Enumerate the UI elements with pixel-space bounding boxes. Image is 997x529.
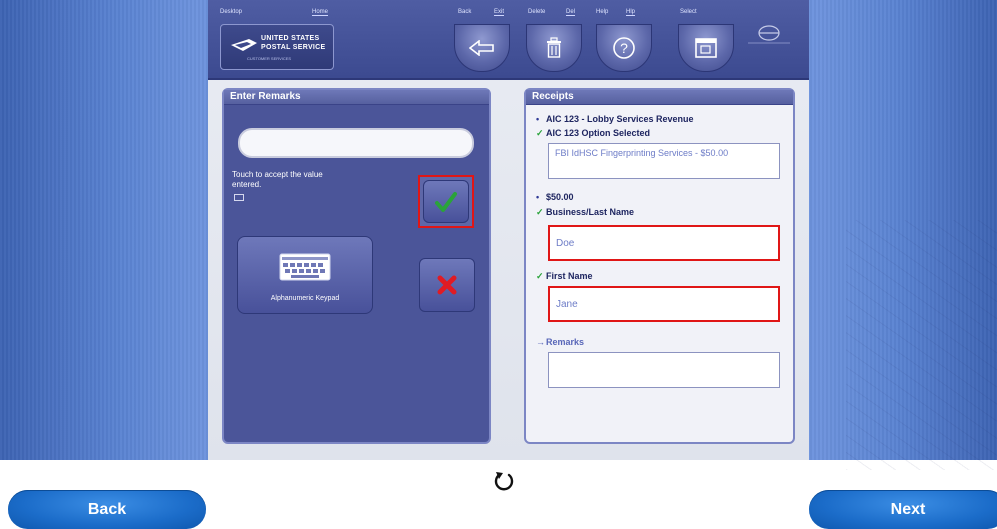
accept-button[interactable] <box>418 175 474 228</box>
panel-title: Receipts <box>526 90 793 105</box>
receipts-panel: Receipts • AIC 123 - Lobby Services Reven… <box>524 88 997 470</box>
option-selected-box: FBI IdHSC Fingerprinting Services - $50.… <box>548 143 780 179</box>
receipt-line-text: AIC 123 Option Selected <box>546 128 651 138</box>
svg-text:?: ? <box>620 40 628 56</box>
watermark-pattern <box>846 220 997 470</box>
business-name-label-text: Business/Last Name <box>546 207 635 217</box>
top-label-home: Home <box>312 9 329 16</box>
top-label-delete: Delete <box>528 9 546 15</box>
first-name-label: ✓ First Name <box>536 271 593 282</box>
top-label-select: Select <box>680 9 697 15</box>
cancel-button[interactable] <box>419 258 475 312</box>
help-toolbar-button[interactable]: ? <box>596 24 652 72</box>
eagle-icon <box>231 39 257 51</box>
x-icon <box>437 275 457 295</box>
menu-arrow-button[interactable] <box>744 24 794 48</box>
back-toolbar-button[interactable] <box>454 24 510 72</box>
keyboard-icon <box>279 253 331 281</box>
remarks-input[interactable] <box>238 128 474 158</box>
remarks-label: →Remarks <box>536 337 584 347</box>
top-label-hlp: Hlp <box>626 9 636 16</box>
bullet-icon: • <box>536 114 540 124</box>
bullet-icon: • <box>536 192 540 202</box>
check-small-icon: ✓ <box>536 207 544 217</box>
enter-remarks-panel: Enter Remarks Touch to accept the value … <box>222 88 491 444</box>
first-name-field[interactable]: Jane <box>548 286 780 322</box>
top-label-back: Back <box>458 9 472 15</box>
logo-line-2: POSTAL SERVICE <box>261 44 326 51</box>
next-button[interactable]: Next <box>809 490 997 529</box>
check-small-icon: ✓ <box>536 271 544 281</box>
receipt-line: ✓ AIC 123 Option Selected <box>536 128 650 139</box>
back-button[interactable]: Back <box>8 490 206 529</box>
check-small-icon: ✓ <box>536 128 544 138</box>
alphanumeric-keypad-button[interactable]: Alphanumeric Keypad <box>237 236 373 314</box>
usps-logo[interactable]: UNITED STATES POSTAL SERVICE CUSTOMER SE… <box>220 24 334 70</box>
panel-title: Enter Remarks <box>224 90 489 105</box>
receipt-line: • AIC 123 - Lobby Services Revenue <box>536 114 694 124</box>
business-name-label: ✓ Business/Last Name <box>536 207 634 218</box>
keyboard-small-icon <box>234 194 244 201</box>
delete-toolbar-button[interactable] <box>526 24 582 72</box>
back-arrow-icon <box>469 40 494 56</box>
logo-line-3: CUSTOMER SERVICES <box>247 56 292 61</box>
business-name-field[interactable]: Doe <box>548 225 780 261</box>
arrow-right-icon: → <box>536 337 545 347</box>
kiosk-screen: Desktop Home Back Exit Delete Del Help H… <box>208 0 997 470</box>
accept-instruction: Touch to accept the value entered. <box>232 170 323 189</box>
top-label-exit: Exit <box>494 9 505 16</box>
amount-text: $50.00 <box>546 192 574 202</box>
menu-arrow-icon <box>748 25 790 44</box>
select-toolbar-button[interactable] <box>678 24 734 72</box>
logo-line-1: UNITED STATES <box>261 35 320 42</box>
receipt-line-text: AIC 123 - Lobby Services Revenue <box>546 114 694 124</box>
top-toolbar: Desktop Home Back Exit Delete Del Help H… <box>208 0 809 80</box>
remarks-field[interactable] <box>548 352 780 388</box>
amount-line: • $50.00 <box>536 192 574 202</box>
top-label-desktop: Desktop <box>220 9 243 15</box>
top-label-help: Help <box>596 9 609 15</box>
refresh-icon[interactable] <box>493 469 515 493</box>
window-icon <box>695 38 717 58</box>
top-label-del: Del <box>566 9 576 16</box>
help-icon: ? <box>613 37 635 59</box>
first-name-label-text: First Name <box>546 271 593 281</box>
keypad-label: Alphanumeric Keypad <box>270 295 340 302</box>
checkmark-icon <box>435 191 457 212</box>
accept-button-face <box>423 180 469 223</box>
trash-icon <box>547 37 561 58</box>
remarks-label-text: Remarks <box>546 337 585 347</box>
